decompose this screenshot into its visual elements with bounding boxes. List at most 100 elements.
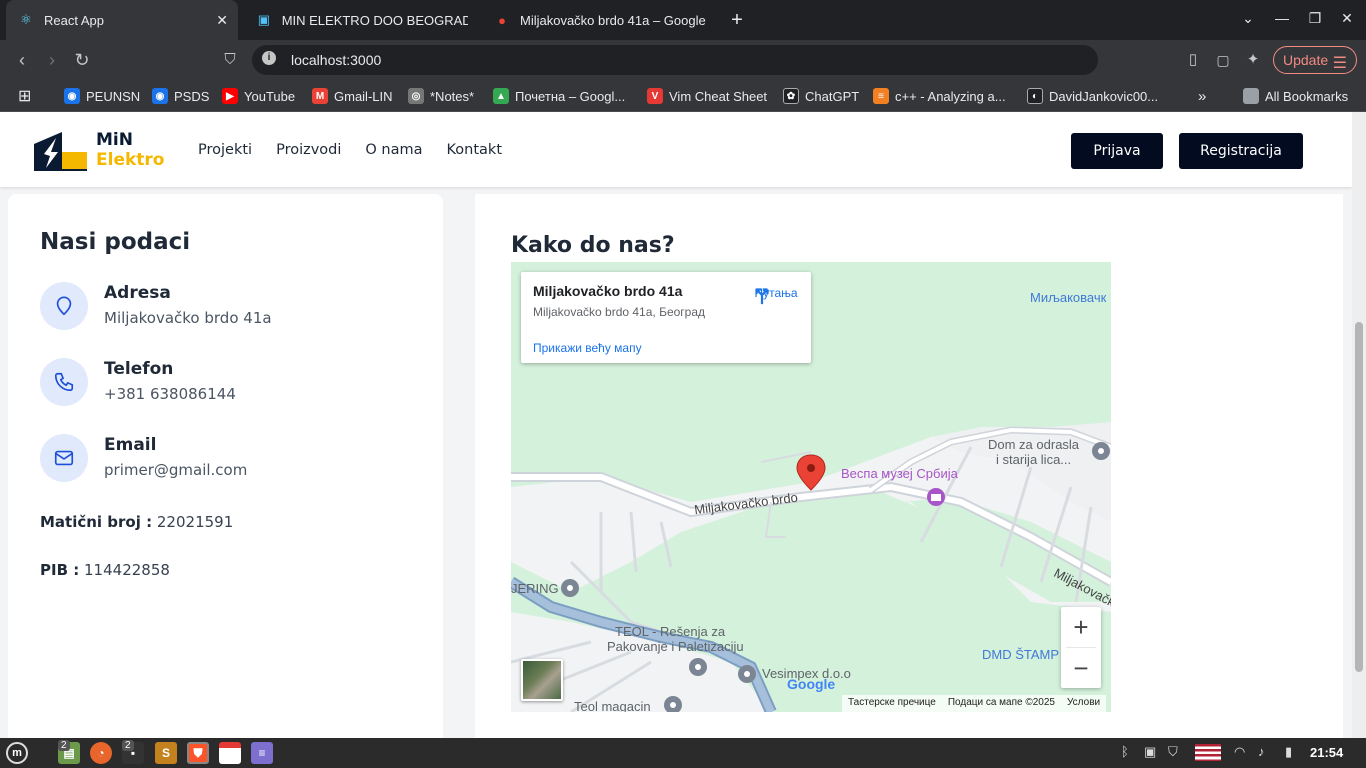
youtube-icon: ▶ [222,88,238,104]
forward-button[interactable]: › [40,48,64,72]
contact-email: Email primer@gmail.com [40,434,420,484]
login-button[interactable]: Prijava [1071,133,1163,169]
bluetooth-icon[interactable]: ᛒ [1121,744,1129,759]
start-menu-icon[interactable]: m [6,742,28,764]
clock[interactable]: 21:54 [1310,745,1343,760]
folder-icon [1243,88,1259,104]
workspace-badge: 2 [58,740,70,751]
contact-heading: Nasi podaci [40,229,191,255]
zoom-in-button[interactable]: + [1061,607,1101,647]
bookmark-chatgpt[interactable]: ✿ ChatGPT [783,87,859,105]
map-label-area: Миљаковачк [1030,290,1107,305]
update-label: Update [1283,52,1329,68]
bookmark-label: PEUNSN [86,88,141,104]
tab-min-elektro[interactable]: ▣ MIN ELEKTRO DOO BEOGRAD [244,0,480,40]
github-icon: ◐ [1027,88,1043,104]
tab-search-chevron-icon[interactable]: ⌄ [1238,10,1258,27]
all-bookmarks-label: All Bookmarks [1265,88,1349,104]
bookmark-peunsn[interactable]: ◉ PEUNSN [64,87,140,105]
map-label-teol-magacin: Teol magacin [574,699,651,712]
firefox-icon[interactable]: ◔ [90,742,112,764]
close-tab-icon[interactable]: ✕ [216,12,228,29]
clipboard-icon[interactable]: ▣ [1144,744,1156,760]
bookmark-label: *Notes* [430,88,475,104]
maximize-button[interactable]: ❐ [1305,10,1325,27]
update-button[interactable]: Update ☰ [1273,46,1357,74]
url-text[interactable]: localhost:3000 [291,52,381,68]
google-map-embed[interactable]: Miljakovačko brdo 41a Miljakovačko brdo … [511,262,1111,712]
new-tab-button[interactable]: + [728,8,746,32]
map-label-dmd: DMD ŠTAMP [982,647,1060,662]
email-value[interactable]: primer@gmail.com [104,461,247,479]
tab-react-app[interactable]: ⚛ React App ✕ [6,0,238,40]
shield-tray-icon[interactable]: ⛉ [1168,744,1178,760]
keyboard-shortcuts-link[interactable]: Тастерске пречице [848,697,936,710]
logo-line2: Elektro [96,150,165,170]
wifi-icon[interactable]: ◠ [1234,744,1245,760]
maticni-broj: Matični broj : 22021591 [40,513,233,531]
bookmark-psds[interactable]: ◉ PSDS [152,87,209,105]
scrollbar-thumb[interactable] [1355,322,1363,672]
bookmark-github[interactable]: ◐ DavidJankovic00... [1027,87,1158,105]
tab-title: Miljakovačko brdo 41a – Google [520,12,706,28]
sidebar-icon[interactable]: ▯ [1181,48,1205,72]
close-window-button[interactable]: ✕ [1337,10,1357,27]
view-larger-map-link[interactable]: Прикажи већу мапу [533,341,642,355]
phone-value[interactable]: +381 638086144 [104,385,236,403]
phone-icon [40,358,88,406]
site-icon: ▣ [257,12,270,27]
reload-button[interactable]: ↻ [70,48,94,72]
contact-phone: Telefon +381 638086144 [40,358,420,408]
map-data-text: Подаци са мапе ©2025 [947,697,1055,708]
bookmark-notes[interactable]: ◎ *Notes* [408,87,474,105]
address-value: Miljakovačko brdo 41a [104,309,272,327]
leo-ai-icon[interactable]: ✦ [1241,48,1265,72]
map-label-dom: Dom za odrasla [988,437,1080,452]
tab-strip: ⚛ React App ✕ ▣ MIN ELEKTRO DOO BEOGRAD … [0,0,1366,40]
nav-proizvodi[interactable]: Proizvodi [276,142,341,158]
more-bookmarks-icon[interactable]: » [1198,87,1206,105]
battery-icon[interactable]: ▮ [1285,744,1292,760]
map-label-jering: JERING [511,581,559,596]
nav-o-nama[interactable]: O nama [365,142,422,158]
site-info-icon[interactable]: i [262,51,276,65]
os-taskbar: m ▤ 2 ◔ ▪ 2 S ⛊ ≡ ᛒ ▣ ⛉ ◠ ♪ ▮ 21:54 [0,738,1366,768]
site-logo[interactable]: MiN Elektro [32,130,184,172]
calendar-icon[interactable] [219,742,241,764]
page-scrollbar[interactable] [1352,112,1366,738]
nav-kontakt[interactable]: Kontakt [447,142,503,158]
pib: PIB : 114422858 [40,561,170,579]
register-button[interactable]: Registracija [1179,133,1303,169]
zoom-out-button[interactable]: − [1061,648,1101,688]
bookmark-pocetna[interactable]: ▲ Почетна – Googl... [493,87,625,105]
tab-google-maps[interactable]: ● Miljakovačko brdo 41a – Google [482,0,718,40]
bookmark-gmail[interactable]: M Gmail-LIN [312,87,393,105]
map-label-museum[interactable]: Веспа музеј Србија [841,466,958,481]
all-bookmarks[interactable]: All Bookmarks [1243,87,1348,105]
wallet-icon[interactable]: ▢ [1211,48,1235,72]
bookmark-vim[interactable]: V Vim Cheat Sheet [647,87,767,105]
bookmark-stackoverflow[interactable]: ≡ c++ - Analyzing a... [873,87,1006,105]
sublime-icon[interactable]: S [155,742,177,764]
directions-button[interactable]: Путања [751,284,801,305]
text-editor-icon[interactable]: ≡ [251,742,273,764]
bookmark-youtube[interactable]: ▶ YouTube [222,87,295,105]
volume-icon[interactable]: ♪ [1258,744,1265,759]
pib-label: PIB : [40,561,80,579]
nav-projekti[interactable]: Projekti [198,142,252,158]
maps-pin-icon: ● [498,12,506,28]
map-label-teol-2: Pakovanje i Paletizaciju [607,639,744,654]
place-info-card: Miljakovačko brdo 41a Miljakovačko brdo … [521,272,811,363]
brave-browser-icon[interactable]: ⛊ [187,742,209,764]
back-button[interactable]: ‹ [10,48,34,72]
apps-grid-icon[interactable]: ⊞ [18,87,31,105]
minimize-button[interactable]: — [1272,10,1292,26]
main-nav: Projekti Proizvodi O nama Kontakt [198,142,526,158]
keyboard-layout-flag-icon[interactable] [1195,744,1221,761]
bookmark-icon[interactable]: ⛉ [218,48,242,72]
bookmark-label: YouTube [244,88,296,104]
location-pin-icon [40,282,88,330]
page-viewport: MiN Elektro Projekti Proizvodi O nama Ko… [0,112,1352,738]
terms-link[interactable]: Услови [1067,697,1100,710]
satellite-toggle-button[interactable] [521,659,563,701]
